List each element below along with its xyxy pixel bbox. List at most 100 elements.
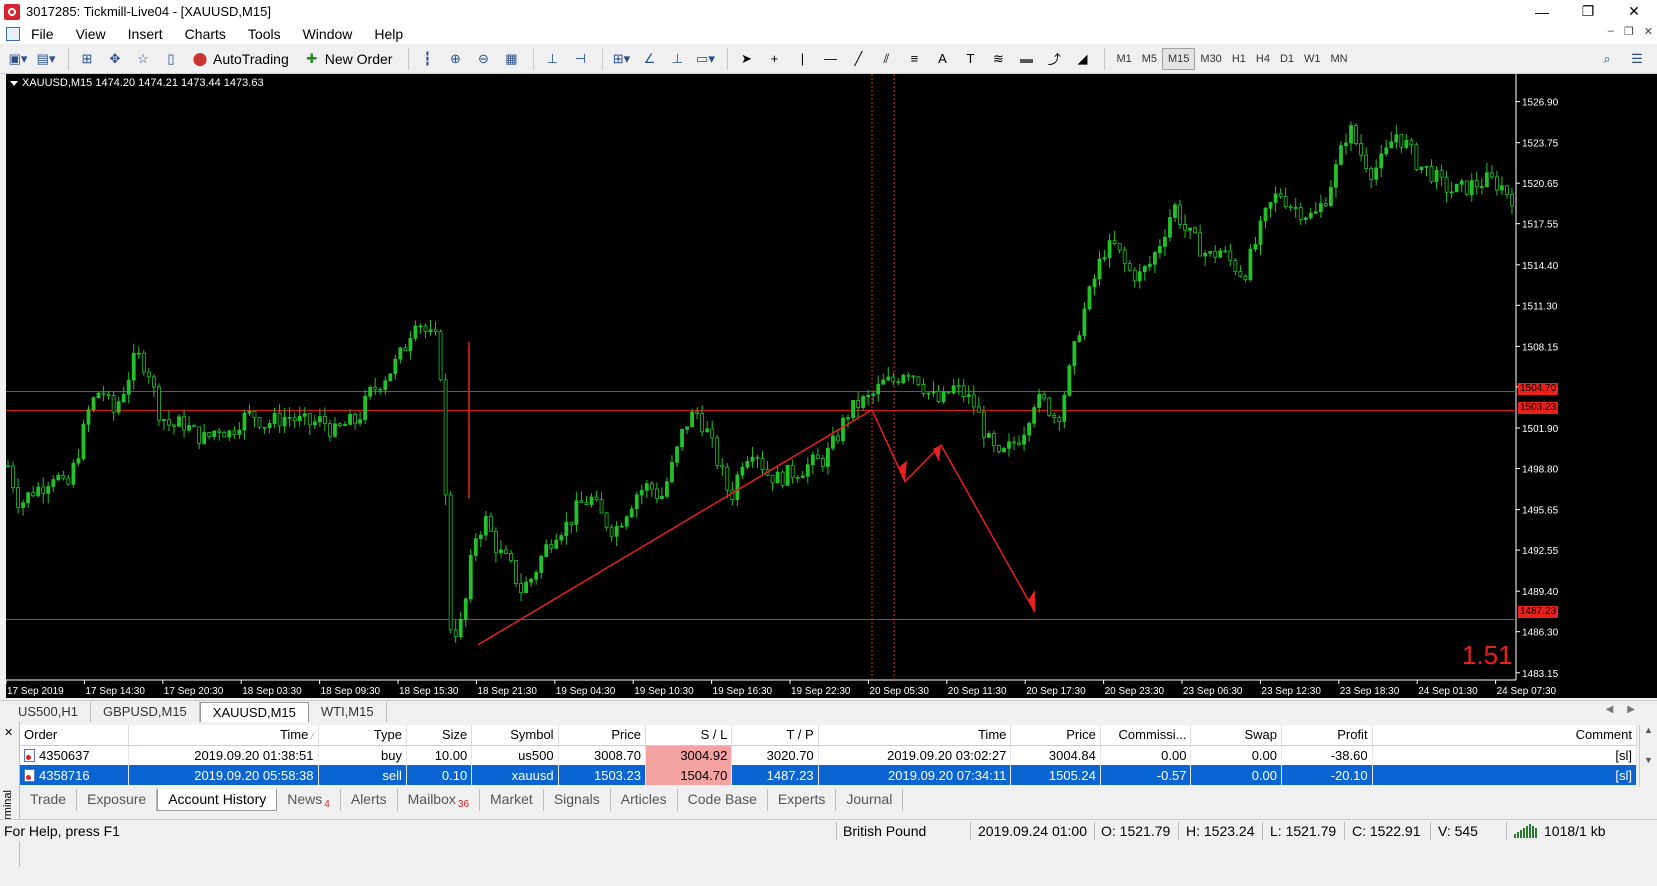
close-button[interactable]: ✕ [1611,0,1657,23]
candle-body [1032,407,1037,424]
tab-signals[interactable]: Signals [544,789,611,811]
col-order[interactable]: Order [20,725,129,746]
market-watch-icon[interactable]: ⊞ [75,47,99,71]
bar-chart-icon[interactable]: ┇ [415,47,439,71]
chart-canvas[interactable]: 1526.90 1523.75 1520.65 1517.55 1514.40 1511.… [6,74,1657,698]
trendline-icon[interactable]: ╱ [846,47,870,71]
autotrading-button[interactable]: ⬤ AutoTrading [187,47,293,71]
tab-alerts[interactable]: Alerts [341,789,398,811]
col-close-time[interactable]: Time [818,725,1012,746]
col-price[interactable]: Price [558,725,646,746]
tab-exposure[interactable]: Exposure [77,789,158,811]
text-label-icon[interactable]: T [958,47,982,71]
timeframe-mn[interactable]: MN [1326,48,1353,70]
col-time[interactable]: Time ⁄ [128,725,319,746]
col-type[interactable]: Type [318,725,407,746]
tab-news[interactable]: News 4 [277,789,341,811]
menu-view[interactable]: View [65,26,117,42]
tab-articles[interactable]: Articles [611,789,678,811]
minimize-button[interactable]: — [1519,0,1565,23]
table-row-selected[interactable]: 4358716 2019.09.20 05:58:38 sell 0.10 xa… [20,765,1638,785]
col-comment[interactable]: Comment [1372,725,1638,746]
arrow-icon[interactable]: ⤴ [1042,47,1066,71]
profiles-icon[interactable]: ▤▾ [34,47,58,71]
col-commission[interactable]: Commissi... [1100,725,1192,746]
col-tp[interactable]: T / P [731,725,819,746]
tab-mailbox[interactable]: Mailbox 36 [398,789,481,811]
favorites-icon[interactable]: ☆ [131,47,155,71]
chart-shift-icon[interactable]: ⊥ [540,47,564,71]
tab-market[interactable]: Market [480,789,544,811]
candle-body [368,386,373,397]
cursor-icon[interactable]: ➤ [734,47,758,71]
menu-insert[interactable]: Insert [117,26,174,42]
periods-icon[interactable]: ∠ [637,47,661,71]
timeframe-d1[interactable]: D1 [1275,48,1299,70]
connection-icon[interactable] [1514,824,1540,838]
col-symbol[interactable]: Symbol [471,725,559,746]
timeframe-w1[interactable]: W1 [1299,48,1326,70]
text-icon[interactable]: A [930,47,954,71]
zoom-in-icon[interactable]: ⊕ [443,47,467,71]
timeframe-m1[interactable]: M1 [1111,48,1136,70]
navigator-icon[interactable]: ✥ [103,47,127,71]
fibonacci-icon[interactable]: ≡ [902,47,926,71]
col-close-price[interactable]: Price [1010,725,1101,746]
chat-icon[interactable]: ☰ [1625,47,1649,71]
mdi-minimize-button[interactable]: – [1608,25,1614,38]
timeframe-h1[interactable]: H1 [1227,48,1251,70]
col-profit[interactable]: Profit [1281,725,1373,746]
tile-windows-icon[interactable]: ▦ [499,47,523,71]
chart-tab-wti[interactable]: WTI,M15 [309,702,387,722]
mdi-restore-button[interactable]: ❐ [1624,25,1634,38]
candle-body [1223,250,1228,253]
timeframe-m15[interactable]: M15 [1162,47,1196,70]
menu-window[interactable]: Window [292,26,364,42]
equidistant-channel-icon[interactable]: ⫽ [874,47,898,71]
col-sl[interactable]: S / L [645,725,733,746]
tab-scroll-arrows[interactable]: ◀▶ [1606,704,1649,715]
new-chart-icon[interactable]: ▣▾ [6,47,30,71]
table-row[interactable]: 4350637 2019.09.20 01:38:51 buy 10.00 us… [20,745,1638,765]
crosshair-icon[interactable]: + [762,47,786,71]
tab-code-base[interactable]: Code Base [678,789,768,811]
timeframe-h4[interactable]: H4 [1251,48,1275,70]
chart-window-icon[interactable] [6,26,20,41]
candle-body [1157,246,1162,254]
timeframe-m5[interactable]: M5 [1137,48,1162,70]
shapes-icon[interactable]: ◢ [1070,47,1094,71]
indicators-icon[interactable]: ⊞▾ [609,47,633,71]
terminal-toggle-icon[interactable]: ▯ [159,47,183,71]
status-traffic: 1018/1 kb [1544,823,1606,839]
fibo-fan-icon[interactable]: ≋ [986,47,1010,71]
search-icon[interactable]: ⌕ [1595,47,1619,71]
chart-template-icon[interactable]: ▭▾ [693,47,717,71]
zoom-out-icon[interactable]: ⊖ [471,47,495,71]
new-order-button[interactable]: ✚ New Order [299,47,397,71]
templates-icon[interactable]: ⊥ [665,47,689,71]
chart-tab-xauusd[interactable]: XAUUSD,M15 [199,702,309,722]
tab-experts[interactable]: Experts [768,789,837,811]
col-size[interactable]: Size [406,725,473,746]
chart-tab-gbpusd[interactable]: GBPUSD,M15 [91,702,200,722]
menu-tools[interactable]: Tools [237,26,292,42]
timeframe-m30[interactable]: M30 [1195,48,1226,70]
col-swap[interactable]: Swap [1190,725,1282,746]
terminal-close-icon[interactable]: ✕ [4,726,13,739]
maximize-button[interactable]: ❐ [1565,0,1611,23]
chart-menu-icon[interactable] [10,80,18,86]
vertical-line-icon[interactable]: | [790,47,814,71]
rectangle-icon[interactable]: ▬ [1014,47,1038,71]
menu-file[interactable]: File [20,26,65,42]
tab-journal[interactable]: Journal [836,789,904,811]
tab-trade[interactable]: Trade [20,789,78,811]
menu-help[interactable]: Help [363,26,414,42]
mdi-close-button[interactable]: ✕ [1644,25,1653,38]
table-scrollbar[interactable]: ▲ ▼ [1639,725,1657,787]
tab-account-history[interactable]: Account History [157,789,278,811]
chart-tab-us500[interactable]: US500,H1 [6,702,91,722]
horizontal-line-icon[interactable]: — [818,47,842,71]
menu-charts[interactable]: Charts [174,26,237,42]
autoscroll-icon[interactable]: ⊣ [568,47,592,71]
price-chart[interactable]: 1526.90 1523.75 1520.65 1517.55 1514.40 1511.… [6,74,1657,698]
